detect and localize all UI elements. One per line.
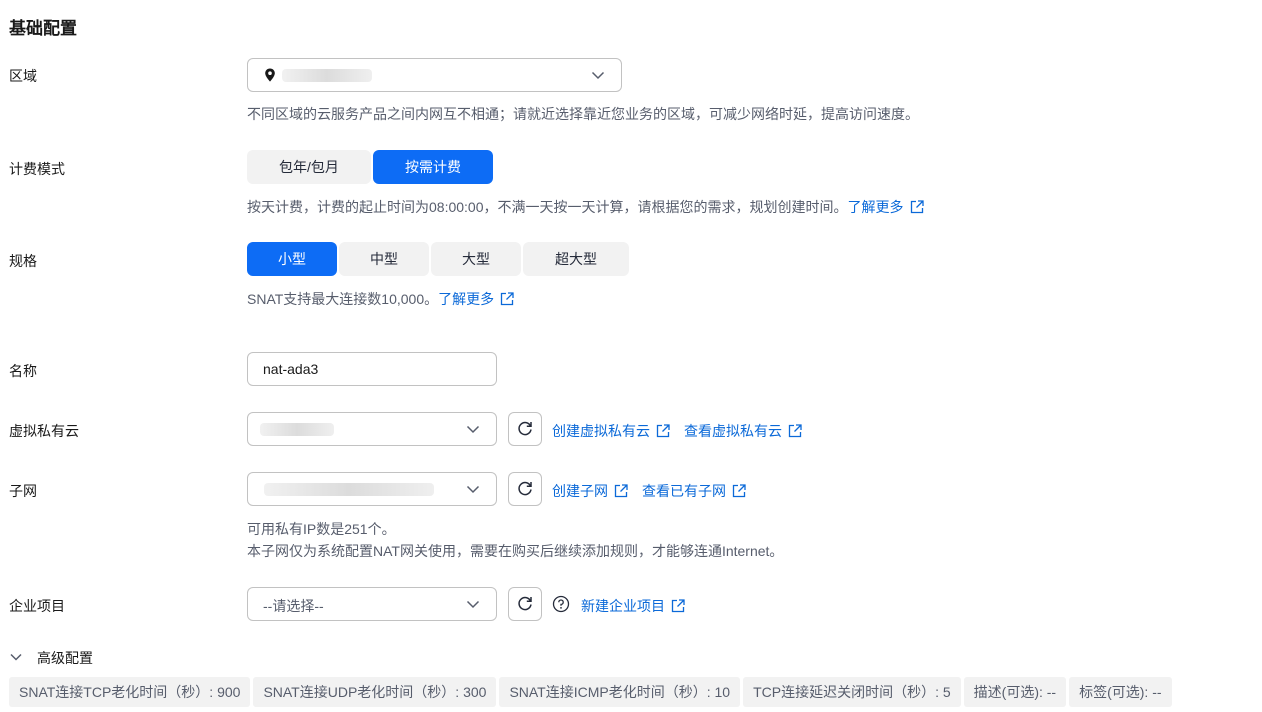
icmp-timeout-tag: SNAT连接ICMP老化时间（秒）: 10 [499,677,741,707]
tcp-timeout-tag: SNAT连接TCP老化时间（秒）: 900 [9,677,251,707]
billing-learn-more-link[interactable]: 了解更多 [848,199,924,215]
subnet-hint-usage: 本子网仅为系统配置NAT网关使用，需要在购买后继续添加规则，才能够连通Inter… [247,543,784,559]
udp-timeout-tag: SNAT连接UDP老化时间（秒）: 300 [253,677,497,707]
subnet-links: 创建子网 查看已有子网 [552,481,746,501]
enterprise-project-select[interactable]: --请选择-- [247,587,497,621]
name-label: 名称 [9,363,37,379]
chevron-down-icon [591,68,605,82]
billing-option-yearly[interactable]: 包年/包月 [247,150,371,184]
vpc-select[interactable] [247,412,497,446]
view-subnet-link[interactable]: 查看已有子网 [642,481,746,501]
labels-tag: 标签(可选): -- [1069,677,1172,707]
section-title: 基础配置 [9,19,77,38]
region-select[interactable] [247,58,622,92]
spec-option-small[interactable]: 小型 [247,242,337,276]
chevron-down-icon [466,597,480,611]
billing-option-ondemand[interactable]: 按需计费 [373,150,493,184]
enterprise-project-links: 新建企业项目 [581,596,685,616]
billing-hint: 按天计费，计费的起止时间为08:00:00，不满一天按一天计算，请根据您的需求，… [247,197,924,217]
refresh-icon [516,594,534,615]
spec-hint: SNAT支持最大连接数10,000。了解更多 [247,289,514,309]
billing-label: 计费模式 [9,161,65,177]
subnet-value-redacted [264,483,434,496]
vpc-refresh-button[interactable] [508,412,542,446]
billing-hint-text: 按天计费，计费的起止时间为08:00:00，不满一天按一天计算，请根据您的需求，… [247,199,848,215]
enterprise-project-refresh-button[interactable] [508,587,542,621]
vpc-links: 创建虚拟私有云 查看虚拟私有云 [552,421,802,441]
enterprise-project-placeholder: --请选择-- [263,598,324,614]
region-hint: 不同区域的云服务产品之间内网互不相通；请就近选择靠近您业务的区域，可减少网络时延… [247,106,919,122]
vpc-label: 虚拟私有云 [9,423,79,439]
vpc-value-redacted [260,423,334,436]
name-input[interactable]: nat-ada3 [247,352,497,386]
description-tag: 描述(可选): -- [963,677,1067,707]
location-pin-icon [264,68,276,85]
spec-label: 规格 [9,253,37,269]
tcp-close-delay-tag: TCP连接延迟关闭时间（秒）: 5 [743,677,961,707]
external-link-icon [910,200,924,217]
chevron-down-icon [466,482,480,496]
subnet-select[interactable] [247,472,497,506]
subnet-label: 子网 [9,483,37,499]
advanced-config-toggle[interactable]: 高级配置 [9,648,93,668]
enterprise-project-label: 企业项目 [9,598,65,614]
external-link-icon [500,292,514,309]
external-link-icon [656,424,670,441]
help-circle-icon[interactable] [552,595,570,613]
create-subnet-link[interactable]: 创建子网 [552,481,628,501]
spec-option-large[interactable]: 大型 [431,242,521,276]
spec-hint-text: SNAT支持最大连接数10,000。 [247,291,439,307]
region-label: 区域 [9,68,37,84]
refresh-icon [516,479,534,500]
advanced-config-summary: SNAT连接TCP老化时间（秒）: 900 SNAT连接UDP老化时间（秒）: … [9,677,1172,707]
chevron-down-icon [466,422,480,436]
external-link-icon [732,484,746,501]
refresh-icon [516,419,534,440]
spec-option-medium[interactable]: 中型 [339,242,429,276]
external-link-icon [671,599,685,616]
subnet-refresh-button[interactable] [508,472,542,506]
external-link-icon [614,484,628,501]
create-enterprise-project-link[interactable]: 新建企业项目 [581,596,685,616]
subnet-hint-ip: 可用私有IP数是251个。 [247,521,396,537]
create-vpc-link[interactable]: 创建虚拟私有云 [552,421,670,441]
chevron-collapse-icon [9,650,37,667]
external-link-icon [788,424,802,441]
spec-option-xlarge[interactable]: 超大型 [523,242,629,276]
region-value-redacted [282,69,372,82]
advanced-config-label: 高级配置 [37,650,93,666]
spec-learn-more-link[interactable]: 了解更多 [438,291,514,307]
view-vpc-link[interactable]: 查看虚拟私有云 [684,421,802,441]
